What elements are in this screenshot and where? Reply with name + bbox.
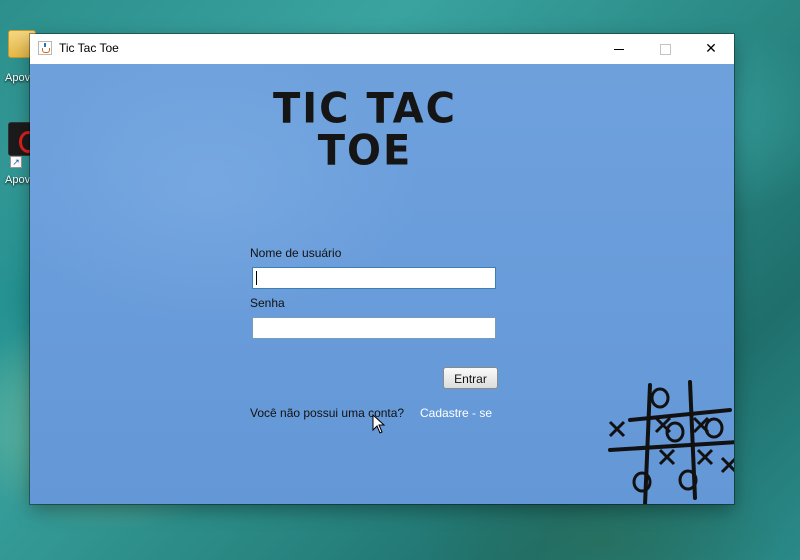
- login-button[interactable]: Entrar: [443, 367, 498, 389]
- window-title: Tic Tac Toe: [59, 41, 119, 55]
- title-bar[interactable]: Tic Tac Toe ✕: [30, 34, 734, 64]
- desktop-icon-label: Apov: [5, 72, 31, 84]
- java-icon: [38, 41, 52, 55]
- signup-link[interactable]: Cadastre - se: [420, 406, 492, 420]
- minimize-icon: [614, 48, 624, 50]
- password-label: Senha: [250, 296, 285, 310]
- maximize-icon: [659, 43, 671, 55]
- close-icon: ✕: [705, 40, 717, 56]
- logo-line-1: TIC TAC: [273, 84, 457, 134]
- password-input[interactable]: [252, 317, 496, 339]
- game-logo: TIC TAC TOE: [260, 88, 470, 172]
- maximize-button[interactable]: [642, 34, 688, 64]
- desktop-icon-label: Apov: [5, 174, 31, 186]
- logo-line-2: TOE: [317, 126, 413, 176]
- login-panel: TIC TAC TOE Nome de usuário Senha Entrar…: [30, 64, 734, 504]
- shortcut-arrow-icon: ↗: [10, 156, 22, 168]
- username-label: Nome de usuário: [250, 246, 342, 260]
- mouse-cursor-icon: [372, 414, 386, 434]
- close-button[interactable]: ✕: [688, 34, 734, 64]
- username-input[interactable]: [252, 267, 496, 289]
- tic-tac-toe-board-icon: [608, 380, 734, 504]
- minimize-button[interactable]: [596, 34, 642, 64]
- app-window: Tic Tac Toe ✕ TIC TAC TOE Nome de usuári…: [30, 34, 734, 504]
- text-caret: [256, 271, 257, 285]
